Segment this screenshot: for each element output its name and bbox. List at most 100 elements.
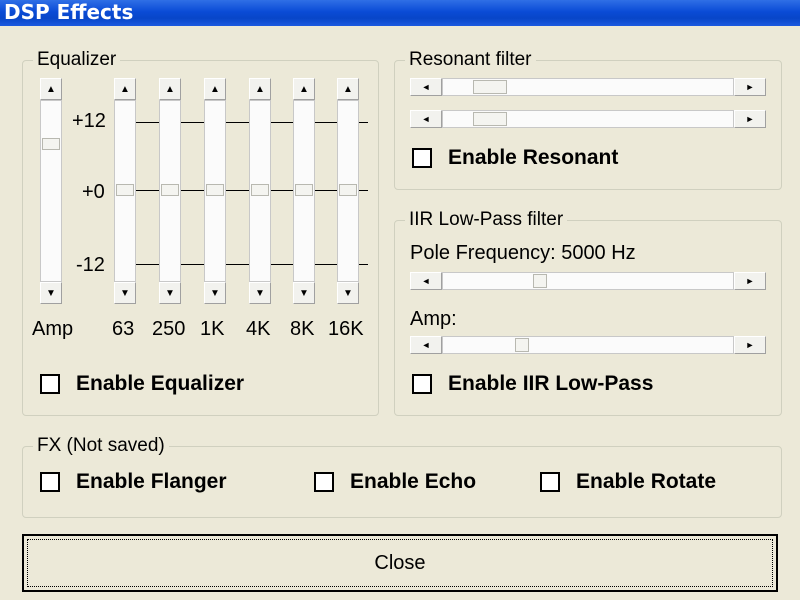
enable-equalizer-label: Enable Equalizer (76, 372, 245, 395)
resonant-slider-1[interactable]: ◄ ► (410, 78, 766, 96)
eq-4k-down-button[interactable]: ▼ (249, 282, 271, 304)
eq-4k-thumb[interactable] (251, 184, 269, 196)
eq-amp-thumb[interactable] (42, 138, 60, 150)
eq-slider-amp[interactable]: ▲ ▼ (40, 78, 62, 304)
eq-amp-track[interactable] (40, 100, 62, 282)
eq-slider-63[interactable]: ▲ ▼ (114, 78, 136, 304)
eq-63-down-button[interactable]: ▼ (114, 282, 136, 304)
eq-250-up-button[interactable]: ▲ (159, 78, 181, 100)
iir-amp-left-button[interactable]: ◄ (410, 336, 442, 354)
eq-8k-down-button[interactable]: ▼ (293, 282, 315, 304)
enable-iir-low-pass-checkbox-row[interactable]: Enable IIR Low-Pass (412, 372, 653, 396)
iir-amp-right-button[interactable]: ► (734, 336, 766, 354)
enable-equalizer-checkbox[interactable] (40, 374, 60, 394)
eq-db-label-minus12: -12 (76, 254, 105, 276)
eq-band-label-1k: 1K (200, 318, 225, 340)
arrow-down-icon: ▼ (255, 287, 265, 299)
eq-8k-track[interactable] (293, 100, 315, 282)
enable-resonant-label: Enable Resonant (448, 146, 619, 169)
resonant-slider-1-left-button[interactable]: ◄ (410, 78, 442, 96)
pole-frequency-right-button[interactable]: ► (734, 272, 766, 290)
enable-rotate-checkbox[interactable] (540, 472, 560, 492)
arrow-right-icon: ► (745, 340, 755, 350)
resonant-slider-1-thumb[interactable] (473, 80, 507, 94)
iir-amp-slider[interactable]: ◄ ► (410, 336, 766, 354)
eq-4k-track[interactable] (249, 100, 271, 282)
enable-flanger-checkbox-row[interactable]: Enable Flanger (40, 470, 227, 494)
enable-equalizer-checkbox-row[interactable]: Enable Equalizer (40, 372, 244, 396)
arrow-up-icon: ▲ (46, 83, 56, 95)
eq-8k-up-button[interactable]: ▲ (293, 78, 315, 100)
eq-63-up-button[interactable]: ▲ (114, 78, 136, 100)
arrow-up-icon: ▲ (120, 83, 130, 95)
arrow-left-icon: ◄ (421, 276, 431, 286)
eq-band-label-16k: 16K (328, 318, 364, 340)
enable-flanger-label: Enable Flanger (76, 470, 227, 493)
eq-band-label-63: 63 (112, 318, 135, 340)
resonant-slider-2-right-button[interactable]: ► (734, 110, 766, 128)
pole-frequency-track[interactable] (442, 272, 734, 290)
dialog-client-area: Equalizer +12 +0 -12 ▲ ▼ ▲ ▼ ▲ ▼ ▲ ▼ ▲ ▼… (4, 26, 796, 600)
enable-flanger-checkbox[interactable] (40, 472, 60, 492)
eq-16k-track[interactable] (337, 100, 359, 282)
pole-frequency-slider[interactable]: ◄ ► (410, 272, 766, 290)
resonant-slider-2[interactable]: ◄ ► (410, 110, 766, 128)
arrow-up-icon: ▲ (255, 83, 265, 95)
eq-slider-16k[interactable]: ▲ ▼ (337, 78, 359, 304)
enable-iir-low-pass-label: Enable IIR Low-Pass (448, 372, 654, 395)
window-title: DSP Effects (4, 0, 134, 24)
arrow-up-icon: ▲ (165, 83, 175, 95)
resonant-slider-1-track[interactable] (442, 78, 734, 96)
eq-16k-thumb[interactable] (339, 184, 357, 196)
arrow-down-icon: ▼ (210, 287, 220, 299)
enable-echo-checkbox[interactable] (314, 472, 334, 492)
enable-echo-checkbox-row[interactable]: Enable Echo (314, 470, 476, 494)
enable-rotate-checkbox-row[interactable]: Enable Rotate (540, 470, 716, 494)
arrow-down-icon: ▼ (165, 287, 175, 299)
eq-slider-8k[interactable]: ▲ ▼ (293, 78, 315, 304)
arrow-right-icon: ► (745, 82, 755, 92)
eq-slider-4k[interactable]: ▲ ▼ (249, 78, 271, 304)
fx-group-title: FX (Not saved) (33, 435, 169, 457)
eq-4k-up-button[interactable]: ▲ (249, 78, 271, 100)
iir-amp-track[interactable] (442, 336, 734, 354)
eq-250-thumb[interactable] (161, 184, 179, 196)
resonant-slider-2-thumb[interactable] (473, 112, 507, 126)
close-button-label: Close (374, 551, 426, 574)
eq-1k-down-button[interactable]: ▼ (204, 282, 226, 304)
arrow-left-icon: ◄ (421, 114, 431, 124)
iir-amp-thumb[interactable] (515, 338, 529, 352)
eq-16k-down-button[interactable]: ▼ (337, 282, 359, 304)
eq-band-label-250: 250 (152, 318, 186, 340)
eq-amp-up-button[interactable]: ▲ (40, 78, 62, 100)
eq-slider-250[interactable]: ▲ ▼ (159, 78, 181, 304)
eq-16k-up-button[interactable]: ▲ (337, 78, 359, 100)
eq-250-down-button[interactable]: ▼ (159, 282, 181, 304)
eq-8k-thumb[interactable] (295, 184, 313, 196)
eq-250-track[interactable] (159, 100, 181, 282)
equalizer-group-title: Equalizer (33, 49, 121, 71)
arrow-down-icon: ▼ (299, 287, 309, 299)
eq-1k-thumb[interactable] (206, 184, 224, 196)
iir-low-pass-group-title: IIR Low-Pass filter (405, 209, 568, 231)
title-bar: DSP Effects (0, 0, 800, 26)
enable-rotate-label: Enable Rotate (576, 470, 717, 493)
eq-63-thumb[interactable] (116, 184, 134, 196)
pole-frequency-left-button[interactable]: ◄ (410, 272, 442, 290)
eq-63-track[interactable] (114, 100, 136, 282)
pole-frequency-thumb[interactable] (533, 274, 547, 288)
resonant-slider-2-track[interactable] (442, 110, 734, 128)
arrow-left-icon: ◄ (421, 340, 431, 350)
eq-slider-1k[interactable]: ▲ ▼ (204, 78, 226, 304)
enable-resonant-checkbox[interactable] (412, 148, 432, 168)
arrow-right-icon: ► (745, 114, 755, 124)
resonant-slider-1-right-button[interactable]: ► (734, 78, 766, 96)
arrow-down-icon: ▼ (46, 287, 56, 299)
enable-resonant-checkbox-row[interactable]: Enable Resonant (412, 146, 618, 170)
eq-amp-down-button[interactable]: ▼ (40, 282, 62, 304)
resonant-slider-2-left-button[interactable]: ◄ (410, 110, 442, 128)
eq-1k-track[interactable] (204, 100, 226, 282)
enable-iir-low-pass-checkbox[interactable] (412, 374, 432, 394)
close-button[interactable]: Close (22, 534, 778, 592)
eq-1k-up-button[interactable]: ▲ (204, 78, 226, 100)
